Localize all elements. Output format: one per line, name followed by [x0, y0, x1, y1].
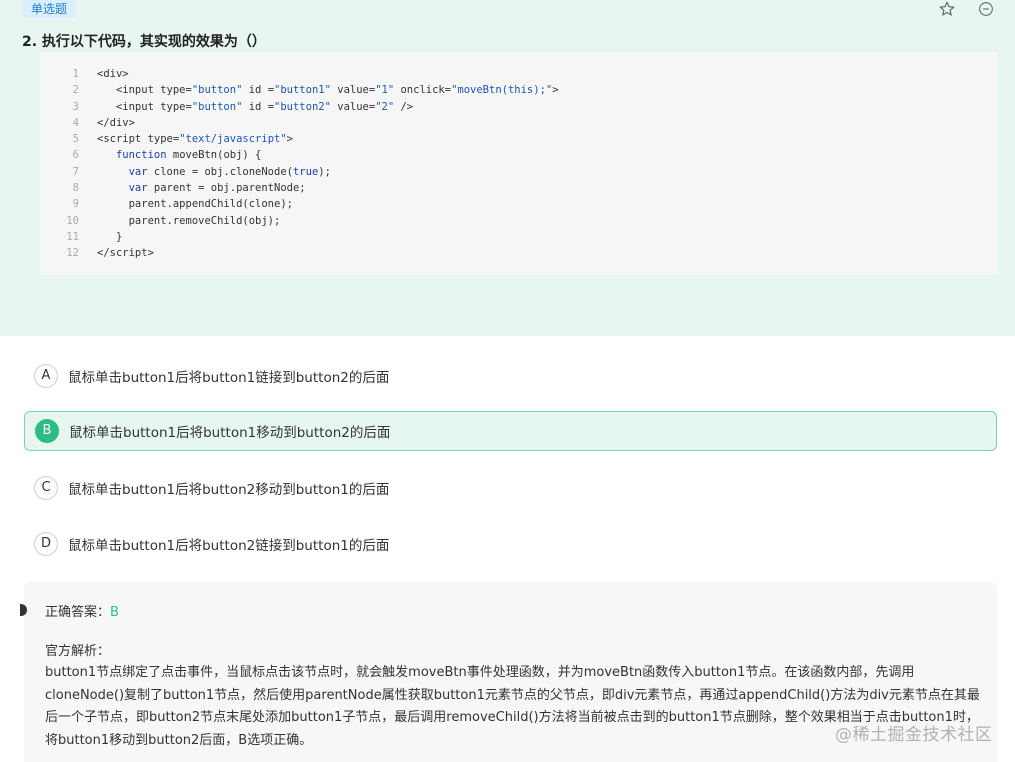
code-line: 7 var clone = obj.cloneNode(true);: [40, 164, 997, 180]
watermark: @稀土掘金技术社区: [835, 725, 993, 745]
code-line: 8 var parent = obj.parentNode;: [40, 180, 997, 196]
line-number: 6: [72, 149, 79, 162]
code-text: <input type="button" id ="button1" value…: [97, 84, 559, 97]
line-number: 2: [72, 84, 79, 97]
code-text: <input type="button" id ="button2" value…: [97, 100, 414, 113]
line-number: 11: [66, 230, 79, 243]
star-icon[interactable]: [938, 0, 956, 18]
line-number: 9: [72, 198, 79, 211]
code-block: 1 <div> 2 <input type="button" id ="button…: [40, 52, 997, 275]
code-text: function moveBtn(obj) {: [115, 149, 262, 162]
code-line: 5 <script type="text/javascript">: [40, 131, 997, 147]
line-number: 3: [72, 100, 79, 113]
collapse-icon[interactable]: [978, 1, 994, 17]
correct-answer-label: 正确答案：: [45, 605, 111, 620]
line-number: 12: [66, 247, 79, 260]
code-text: parent.removeChild(obj);: [97, 214, 281, 227]
option-letter: B: [35, 419, 59, 443]
code-line: 2 <input type="button" id ="button1" val…: [40, 82, 997, 98]
option-a[interactable]: A 鼠标单击button1后将button1链接到button2的后面: [24, 356, 997, 396]
question-panel: 单选题 2. 执行以下代码，其实现的效果为（） 1 <div> 2 <input t…: [0, 0, 1015, 336]
code-line: 10 parent.removeChild(obj);: [40, 213, 997, 229]
code-line: 3 <input type="button" id ="button2" val…: [40, 99, 997, 115]
analysis-title: 官方解析：: [45, 644, 111, 659]
line-number: 1: [72, 68, 79, 80]
option-text: 鼠标单击button1后将button1链接到button2的后面: [68, 370, 390, 386]
question-type-tag: 单选题: [22, 0, 77, 18]
code-line: 6 function moveBtn(obj) {: [40, 147, 997, 163]
option-letter: A: [34, 364, 58, 388]
code-text: var clone = obj.cloneNode(true);: [128, 165, 331, 178]
option-text: 鼠标单击button1后将button2链接到button1的后面: [68, 538, 390, 554]
option-d[interactable]: D 鼠标单击button1后将button2链接到button1的后面: [24, 524, 997, 564]
code-text: <script type="text/javascript">: [97, 133, 293, 146]
code-text: <div>: [97, 68, 129, 80]
correct-answer-value: B: [110, 605, 119, 620]
option-letter: D: [34, 532, 58, 556]
line-number: 4: [72, 116, 79, 129]
code-text: </script>: [97, 247, 154, 260]
code-text: var parent = obj.parentNode;: [128, 182, 306, 195]
code-line: 4 </div>: [40, 115, 997, 131]
line-number: 7: [72, 165, 79, 178]
correct-answer: 正确答案：B: [45, 601, 119, 620]
code-text: </div>: [97, 116, 135, 129]
option-letter: C: [34, 476, 58, 500]
option-text: 鼠标单击button1后将button1移动到button2的后面: [69, 425, 391, 441]
code-line: 1 <div>: [40, 66, 997, 82]
code-line: 9 parent.appendChild(clone);: [40, 196, 997, 212]
code-text: parent.appendChild(clone);: [97, 198, 293, 211]
code-line: 12 </script>: [40, 245, 997, 261]
line-number: 8: [72, 182, 79, 195]
option-b[interactable]: B 鼠标单击button1后将button1移动到button2的后面: [24, 411, 997, 451]
option-c[interactable]: C 鼠标单击button1后将button2移动到button1的后面: [24, 468, 997, 508]
question-title: 2. 执行以下代码，其实现的效果为（）: [22, 34, 266, 50]
option-text: 鼠标单击button1后将button2移动到button1的后面: [68, 482, 390, 498]
line-number: 5: [72, 133, 79, 146]
code-text: }: [97, 230, 123, 243]
line-number: 10: [66, 214, 79, 227]
code-line: 11 }: [40, 229, 997, 245]
